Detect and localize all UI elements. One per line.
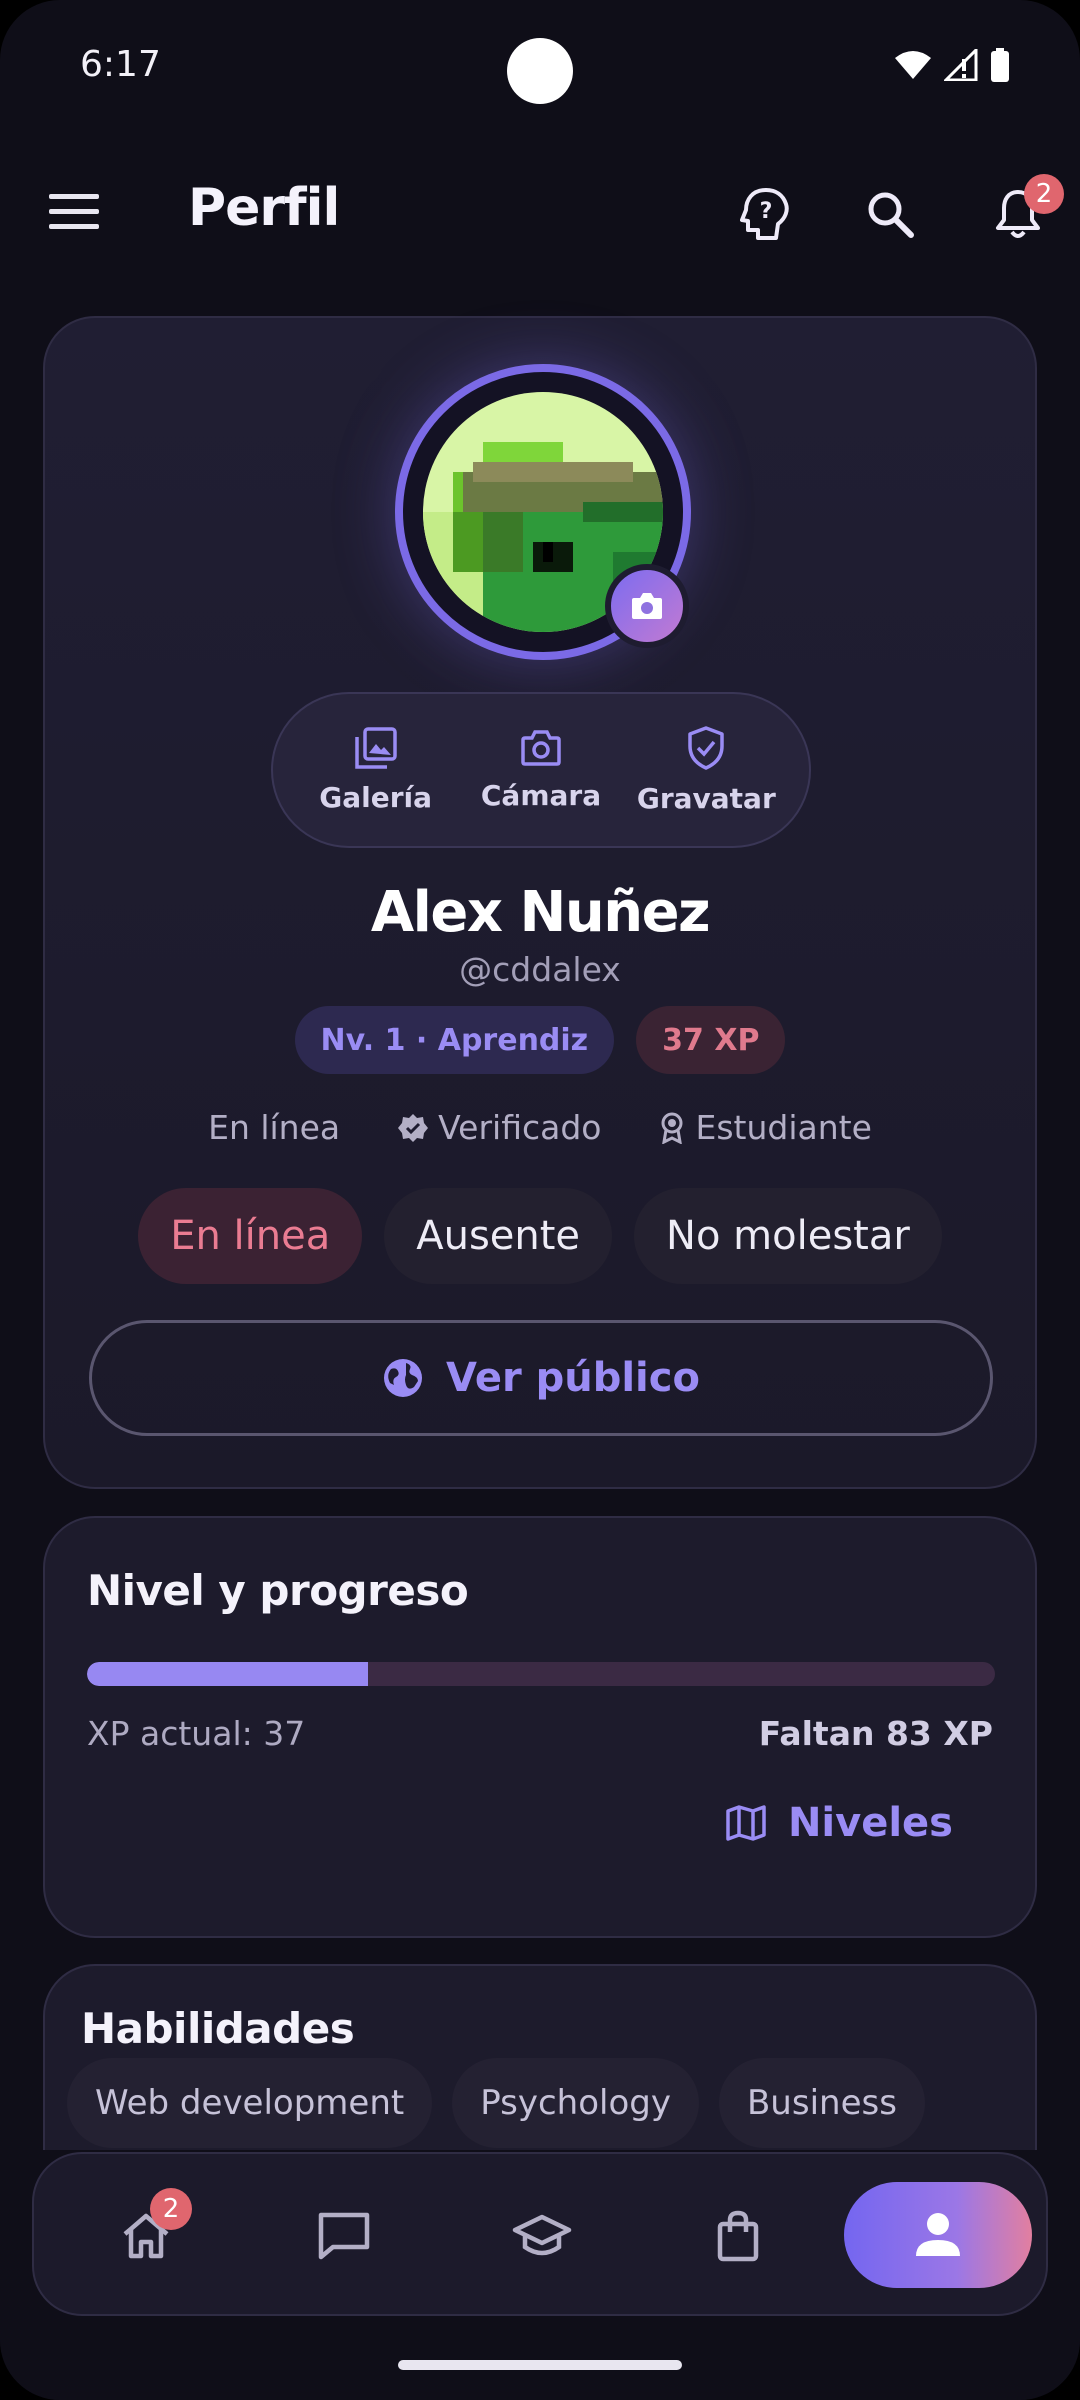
profile-card: Galería Cámara Gravatar Alex Nuñez @cdda… <box>43 316 1037 1489</box>
meta-verified: Verificado <box>398 1108 601 1147</box>
hamburger-icon <box>49 194 99 229</box>
camera-cutout <box>507 38 573 104</box>
profile-screen: 6:17 Perfil ? 2 Galería Cámara Gravatar … <box>0 0 1080 2400</box>
status-icons <box>894 48 1010 82</box>
gallery-button[interactable]: Galería <box>296 726 456 814</box>
level-badge: Nv. 1 · Aprendiz <box>294 1006 615 1074</box>
skills-title: Habilidades <box>81 2004 355 2053</box>
status-dnd-chip[interactable]: No molestar <box>634 1188 942 1284</box>
camera-icon <box>521 729 561 766</box>
verified-label: Verificado <box>438 1108 602 1147</box>
award-icon <box>661 1112 683 1144</box>
chat-icon <box>318 2212 370 2260</box>
gesture-home-indicator <box>398 2360 682 2370</box>
page-title: Perfil <box>188 178 340 238</box>
gravatar-label: Gravatar <box>636 781 776 815</box>
levels-button[interactable]: Niveles <box>726 1800 953 1846</box>
profile-name: Alex Nuñez <box>370 880 711 945</box>
view-public-label: Ver público <box>446 1355 700 1401</box>
nav-store[interactable] <box>686 2184 790 2288</box>
shopping-bag-icon <box>717 2210 759 2262</box>
profile-handle: @cddalex <box>459 950 621 989</box>
meta-role: Estudiante <box>659 1108 872 1147</box>
gravatar-button[interactable]: Gravatar <box>626 725 786 815</box>
svg-text:?: ? <box>760 199 773 224</box>
skill-chip[interactable]: Psychology <box>452 2058 699 2148</box>
nav-courses[interactable] <box>490 2184 594 2288</box>
availability-selector: En línea Ausente No molestar <box>45 1188 1035 1284</box>
help-head-icon: ? <box>740 188 789 240</box>
levels-label: Niveles <box>787 1800 953 1846</box>
signal-icon <box>944 49 978 81</box>
profile-badges: Nv. 1 · Aprendiz 37 XP <box>45 1006 1035 1074</box>
app-bar: Perfil ? 2 <box>0 160 1080 260</box>
profile-meta: En línea Verificado Estudiante <box>45 1108 1035 1147</box>
level-progress-card: Nivel y progreso XP actual: 37 Faltan 83… <box>43 1516 1037 1938</box>
verified-icon <box>398 1113 429 1142</box>
role-label: Estudiante <box>695 1108 872 1147</box>
menu-button[interactable] <box>44 182 104 242</box>
online-label: En línea <box>208 1108 341 1147</box>
globe-icon <box>384 1359 423 1397</box>
battery-icon <box>991 48 1009 82</box>
xp-progress-bar <box>87 1662 995 1686</box>
camera-button[interactable]: Cámara <box>461 729 621 812</box>
search-button[interactable] <box>858 182 922 246</box>
person-icon <box>916 2213 960 2256</box>
skill-chip[interactable]: Web development <box>67 2058 433 2148</box>
photo-source-actions: Galería Cámara Gravatar <box>271 692 811 848</box>
status-away-chip[interactable]: Ausente <box>384 1188 613 1284</box>
xp-progress-fill <box>87 1662 369 1686</box>
status-time: 6:17 <box>80 44 161 85</box>
search-icon <box>868 192 914 238</box>
nav-profile[interactable] <box>844 2182 1032 2288</box>
xp-remaining: Faltan 83 XP <box>758 1714 993 1753</box>
xp-badge: 37 XP <box>636 1006 786 1074</box>
wifi-icon <box>895 51 931 79</box>
progress-title: Nivel y progreso <box>87 1566 469 1615</box>
help-button[interactable]: ? <box>734 182 798 246</box>
gallery-label: Galería <box>319 780 433 814</box>
camera-icon <box>632 593 662 619</box>
home-badge: 2 <box>150 2188 192 2230</box>
image-icon <box>354 726 397 769</box>
camera-label: Cámara <box>480 778 602 812</box>
xp-current: XP actual: 37 <box>87 1714 306 1753</box>
view-public-button[interactable]: Ver público <box>89 1320 993 1436</box>
bottom-nav: 2 <box>32 2152 1048 2316</box>
school-icon <box>512 2214 572 2256</box>
notifications-button[interactable]: 2 <box>986 174 1064 246</box>
change-photo-button[interactable] <box>605 564 689 648</box>
nav-home[interactable]: 2 <box>94 2184 198 2288</box>
meta-online: En línea <box>208 1108 340 1147</box>
notification-badge: 2 <box>1024 174 1064 214</box>
map-icon <box>726 1805 766 1841</box>
status-bar: 6:17 <box>0 0 1080 140</box>
shield-check-icon <box>688 725 725 770</box>
status-online-chip[interactable]: En línea <box>138 1188 363 1284</box>
skill-chip[interactable]: Business <box>718 2058 925 2148</box>
nav-messages[interactable] <box>292 2184 396 2288</box>
skills-list: Web development Psychology Business <box>67 2058 925 2148</box>
